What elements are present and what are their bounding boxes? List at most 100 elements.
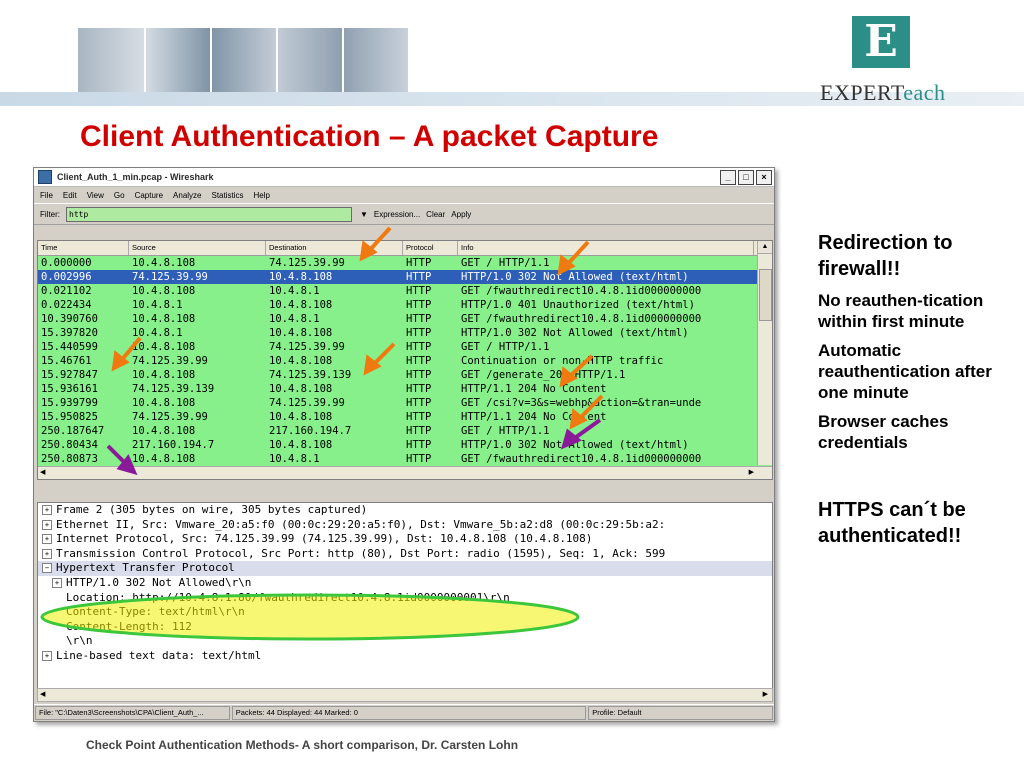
packet-row[interactable]: 0.021102 10.4.8.108 10.4.8.1 HTTP GET /fwaut… <box>38 284 772 298</box>
detail-row[interactable]: Content-Length: 112 <box>38 620 772 635</box>
menu-file[interactable]: File <box>40 191 53 200</box>
menu-statistics[interactable]: Statistics <box>212 191 244 200</box>
maximize-button[interactable]: □ <box>738 169 754 185</box>
packet-row[interactable]: 15.397820 10.4.8.1 10.4.8.108 HTTP HTTP/1.0 … <box>38 326 772 340</box>
detail-row[interactable]: + Internet Protocol, Src: 74.125.39.99 (7… <box>38 532 772 547</box>
detail-row[interactable]: + Ethernet II, Src: Vmware_20:a5:f0 (00:0… <box>38 518 772 533</box>
scroll-up-icon[interactable]: ▲ <box>758 241 772 254</box>
filter-dropdown-icon[interactable]: ▼ <box>360 210 368 219</box>
packet-row[interactable]: 0.000000 10.4.8.108 74.125.39.99 HTTP GET / … <box>38 256 772 270</box>
packet-info: GET /fwauthredirect10.4.8.1id000000000 <box>461 313 702 325</box>
minimize-button[interactable]: _ <box>720 169 736 185</box>
packet-time: 250.80434 <box>41 439 98 451</box>
packet-row[interactable]: 15.936161 74.125.39.139 10.4.8.108 HTTP HTTP… <box>38 382 772 396</box>
packet-destination: 10.4.8.108 <box>269 271 333 283</box>
packet-source: 10.4.8.108 <box>132 397 196 409</box>
packet-row[interactable]: 250.80873 10.4.8.108 10.4.8.1 HTTP GET /fwau… <box>38 452 772 466</box>
packet-destination: 10.4.8.108 <box>269 327 333 339</box>
detail-row[interactable]: + HTTP/1.0 302 Not Allowed\r\n <box>38 576 772 591</box>
expand-toggle-icon[interactable]: + <box>42 519 52 530</box>
packet-time: 15.440599 <box>41 341 98 353</box>
packet-row[interactable]: 15.440599 10.4.8.108 74.125.39.99 HTTP GET /… <box>38 340 772 354</box>
logo-wordmark: EXPERTeach <box>820 80 946 106</box>
expand-toggle-icon[interactable]: − <box>42 563 52 574</box>
packet-row[interactable]: 15.950825 74.125.39.99 10.4.8.108 HTTP HTTP/… <box>38 410 772 424</box>
column-info[interactable]: Info <box>458 241 754 255</box>
packet-row[interactable]: 250.187647 10.4.8.108 217.160.194.7 HTTP GET… <box>38 424 772 438</box>
menu-go[interactable]: Go <box>114 191 125 200</box>
packet-info: HTTP/1.0 401 Unauthorized (text/html) <box>461 299 695 311</box>
status-profile[interactable]: Profile: Default <box>588 706 773 720</box>
packet-row[interactable]: 15.927847 10.4.8.108 74.125.39.139 HTTP GET … <box>38 368 772 382</box>
packet-row[interactable]: 0.002996 74.125.39.99 10.4.8.108 HTTP HTTP/1… <box>38 270 772 284</box>
column-source[interactable]: Source <box>129 241 266 255</box>
packet-info: HTTP/1.0 302 Not Allowed (text/html) <box>461 327 689 339</box>
packet-list-hscrollbar[interactable]: ◀ ▶ <box>38 466 772 479</box>
packet-list-vscrollbar[interactable]: ▲ <box>757 241 772 465</box>
column-destination[interactable]: Destination <box>266 241 403 255</box>
menu-capture[interactable]: Capture <box>135 191 163 200</box>
slide-title: Client Authentication – A packet Capture <box>80 120 659 153</box>
menu-view[interactable]: View <box>87 191 104 200</box>
menu-analyze[interactable]: Analyze <box>173 191 201 200</box>
detail-row[interactable]: + Frame 2 (305 bytes on wire, 305 bytes c… <box>38 503 772 518</box>
detail-row[interactable]: + Transmission Control Protocol, Src Port… <box>38 547 772 562</box>
packet-destination: 10.4.8.108 <box>269 355 333 367</box>
menu-edit[interactable]: Edit <box>63 191 77 200</box>
window-titlebar[interactable]: Client_Auth_1_min.pcap - Wireshark _ □ × <box>34 168 774 187</box>
expand-toggle-icon[interactable]: + <box>42 534 52 545</box>
packet-details-tree: + Frame 2 (305 bytes on wire, 305 bytes c… <box>37 502 773 690</box>
detail-row[interactable]: − Hypertext Transfer Protocol <box>38 561 772 576</box>
packet-time: 10.390760 <box>41 313 98 325</box>
menu-help[interactable]: Help <box>254 191 270 200</box>
detail-text: Line-based text data: text/html <box>56 648 262 662</box>
packet-destination: 10.4.8.108 <box>269 439 333 451</box>
detail-text: Hypertext Transfer Protocol <box>56 561 235 575</box>
packet-info: HTTP/1.1 204 No Content <box>461 411 607 423</box>
detail-row[interactable]: \r\n <box>38 634 772 649</box>
packet-source: 217.160.194.7 <box>132 439 215 451</box>
detail-row[interactable]: + Line-based text data: text/html <box>38 649 772 664</box>
expand-toggle-icon[interactable]: + <box>52 577 62 588</box>
scroll-right-icon[interactable]: ▶ <box>763 690 768 698</box>
clear-button[interactable]: Clear <box>426 210 445 219</box>
details-hscrollbar[interactable]: ◀ ▶ <box>37 688 773 702</box>
notes-spacer <box>818 461 1018 497</box>
packet-row[interactable]: 15.939799 10.4.8.108 74.125.39.99 HTTP GET /… <box>38 396 772 410</box>
packet-source: 10.4.8.108 <box>132 369 196 381</box>
apply-button[interactable]: Apply <box>451 210 471 219</box>
status-bar: File: "C:\Daten3\Screenshots\CPA\Client_… <box>34 704 774 721</box>
packet-row[interactable]: 15.46761 74.125.39.99 10.4.8.108 HTTP Contin… <box>38 354 772 368</box>
packet-row[interactable]: 250.80434 217.160.194.7 10.4.8.108 HTTP HTTP… <box>38 438 772 452</box>
detail-text: Frame 2 (305 bytes on wire, 305 bytes ca… <box>56 503 368 516</box>
column-time[interactable]: Time <box>38 241 129 255</box>
filter-toolbar: Filter: http ▼ Expression... Clear Apply <box>34 203 774 225</box>
status-packets: Packets: 44 Displayed: 44 Marked: 0 <box>231 706 587 720</box>
expand-toggle-icon[interactable]: + <box>42 650 52 661</box>
packet-protocol: HTTP <box>406 355 432 367</box>
packet-row[interactable]: 10.390760 10.4.8.108 10.4.8.1 HTTP GET /fwau… <box>38 312 772 326</box>
scroll-thumb[interactable] <box>759 269 772 321</box>
scroll-left-icon[interactable]: ◀ <box>40 468 45 476</box>
packet-protocol: HTTP <box>406 299 432 311</box>
packet-time: 250.187647 <box>41 425 105 437</box>
column-protocol[interactable]: Protocol <box>403 241 458 255</box>
packet-time: 15.397820 <box>41 327 98 339</box>
packet-row[interactable]: 0.022434 10.4.8.1 10.4.8.108 HTTP HTTP/1.0 4… <box>38 298 772 312</box>
packet-destination: 10.4.8.1 <box>269 453 320 465</box>
expand-toggle-icon[interactable]: + <box>42 548 52 559</box>
packet-protocol: HTTP <box>406 397 432 409</box>
header-photo <box>144 28 212 94</box>
detail-row[interactable]: Content-Type: text/html\r\n <box>38 605 772 620</box>
expression-button[interactable]: Expression... <box>374 210 420 219</box>
packet-info: GET /csi?v=3&s=webhp&action=&tran=unde <box>461 397 702 409</box>
packet-protocol: HTTP <box>406 425 432 437</box>
scroll-left-icon[interactable]: ◀ <box>40 690 45 698</box>
notes-panel: Redirection to firewall!! No reauthen-ti… <box>818 230 1018 557</box>
filter-input[interactable]: http <box>66 206 352 222</box>
packet-protocol: HTTP <box>406 285 432 297</box>
close-button[interactable]: × <box>756 169 772 185</box>
expand-toggle-icon[interactable]: + <box>42 505 52 515</box>
scroll-right-icon[interactable]: ▶ <box>749 468 754 476</box>
detail-row[interactable]: Location: http://10.4.8.1:80/fwauthredir… <box>38 591 772 606</box>
